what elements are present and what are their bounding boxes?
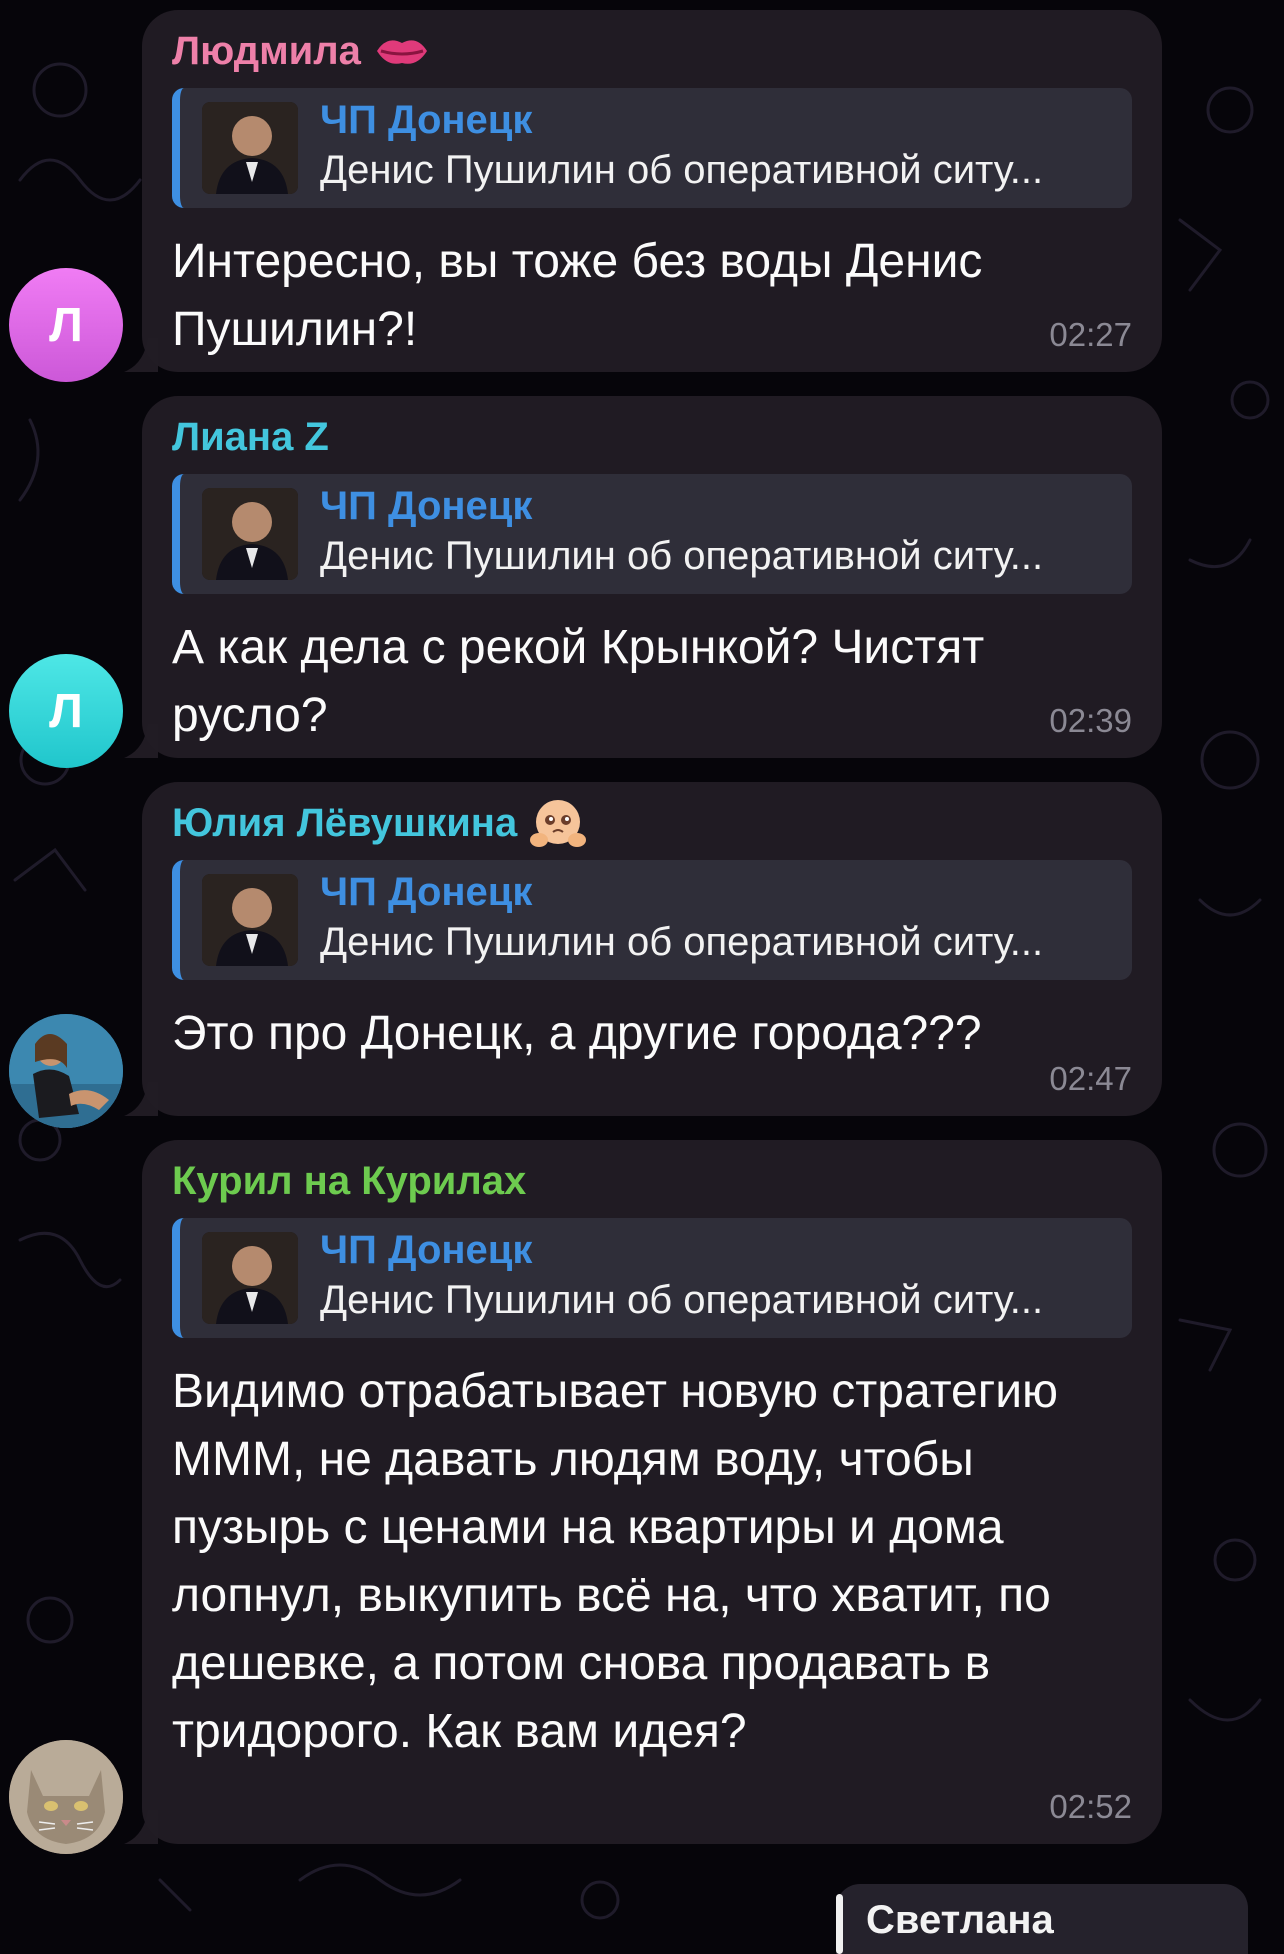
reply-thumbnail xyxy=(202,1232,298,1324)
reply-title: ЧП Донецк xyxy=(320,1228,533,1272)
avatar[interactable] xyxy=(9,1740,123,1854)
avatar[interactable] xyxy=(9,1014,123,1128)
message-text: Интересно, вы тоже без воды Денис Пушили… xyxy=(172,235,983,356)
reply-text: Денис Пушилин об оперативной ситу... xyxy=(320,1278,1044,1322)
reply-thumbnail xyxy=(202,488,298,580)
reply-text: Денис Пушилин об оперативной ситу... xyxy=(320,920,1044,964)
message-time: 02:52 xyxy=(1049,1788,1132,1825)
reply-quote[interactable]: ЧП Донецк Денис Пушилин об оперативной с… xyxy=(172,1218,1132,1338)
reply-quote[interactable]: ЧП Донецк Денис Пушилин об оперативной с… xyxy=(172,860,1132,980)
reply-title: ЧП Донецк xyxy=(320,870,533,914)
pleading-face-icon xyxy=(529,796,587,850)
next-message-sender: Светлана xyxy=(866,1898,1054,1942)
reply-title: ЧП Донецк xyxy=(320,98,533,142)
reply-quote[interactable]: ЧП Донецк Денис Пушилин об оперативной с… xyxy=(172,474,1132,594)
sender-name[interactable]: Курил на Курилах xyxy=(172,1156,1132,1206)
avatar-photo xyxy=(9,1014,123,1128)
message-time: 02:27 xyxy=(1049,316,1132,353)
message-bubble[interactable]: Людмила ЧП Донецк Денис Пушилин об опера… xyxy=(142,10,1162,372)
sender-name[interactable]: Юлия Лёвушкина xyxy=(172,798,1132,848)
message-bubble[interactable]: Юлия Лёвушкина ЧП Донецк Денис Пушилин о… xyxy=(142,782,1162,1116)
message-text: А как дела с рекой Крынкой? Чистят русло… xyxy=(172,621,985,742)
sender-name[interactable]: Людмила xyxy=(172,26,1132,76)
next-message-preview[interactable]: Светлана xyxy=(836,1884,1248,1954)
lips-icon xyxy=(373,31,431,71)
avatar-photo xyxy=(9,1740,123,1854)
reply-text: Денис Пушилин об оперативной ситу... xyxy=(320,148,1044,192)
message-text: Это про Донецк, а другие города??? xyxy=(172,1007,982,1060)
reply-thumbnail xyxy=(202,874,298,966)
reply-title: ЧП Донецк xyxy=(320,484,533,528)
reply-thumbnail xyxy=(202,102,298,194)
reply-bar xyxy=(836,1894,843,1954)
sender-name[interactable]: Лиана Z xyxy=(172,412,1132,462)
message-text: Видимо отрабатывает новую стратегию МММ,… xyxy=(172,1365,1059,1758)
reply-quote[interactable]: ЧП Донецк Денис Пушилин об оперативной с… xyxy=(172,88,1132,208)
reply-text: Денис Пушилин об оперативной ситу... xyxy=(320,534,1044,578)
message-time: 02:47 xyxy=(1049,1060,1132,1097)
message-bubble[interactable]: Лиана Z ЧП Донецк Денис Пушилин об опера… xyxy=(142,396,1162,758)
avatar[interactable]: Л xyxy=(9,654,123,768)
message-time: 02:39 xyxy=(1049,702,1132,739)
avatar[interactable]: Л xyxy=(9,268,123,382)
message-bubble[interactable]: Курил на Курилах ЧП Донецк Денис Пушилин… xyxy=(142,1140,1162,1844)
